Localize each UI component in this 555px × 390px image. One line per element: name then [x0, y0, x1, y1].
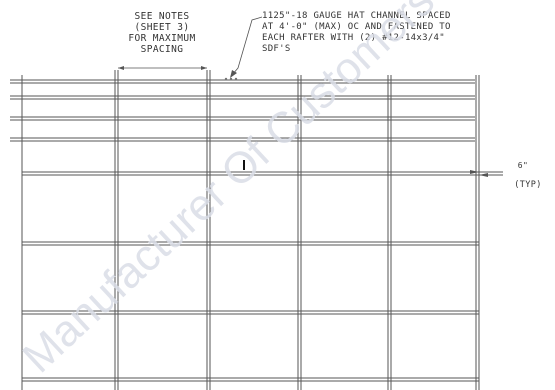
notes-line-2: (SHEET 3) — [134, 22, 190, 33]
callout-line-3: EACH RAFTER WITH (2) #12-14x3/4" — [262, 33, 445, 43]
callout-label: 1125"-18 GAUGE HAT CHANNEL SPACED AT 4'-… — [262, 11, 451, 55]
dimension-value: 6" — [517, 161, 529, 170]
fastener-dot-3 — [234, 77, 238, 81]
framing-elevation-drawing — [10, 16, 503, 390]
callout-line-4: SDF'S — [262, 44, 291, 54]
fastener-marker — [243, 160, 245, 170]
notes-line-1: SEE NOTES — [134, 11, 190, 22]
spacing-arrow-right — [201, 66, 207, 70]
fastener-dot-1 — [224, 77, 228, 81]
notes-label: SEE NOTES (SHEET 3) FOR MAXIMUM SPACING — [106, 11, 218, 55]
spacing-arrow-left — [118, 66, 124, 70]
notes-line-3: FOR MAXIMUM — [128, 33, 196, 44]
dimension-arrow-upper — [470, 170, 479, 174]
fastener-dot-2 — [229, 77, 233, 81]
notes-line-4: SPACING — [140, 44, 184, 55]
leader-arrowhead — [230, 70, 237, 78]
dimension-qualifier: (TYP) — [514, 180, 542, 190]
callout-line-1: 1125"-18 GAUGE HAT CHANNEL SPACED — [262, 11, 451, 21]
callout-leader — [231, 16, 263, 76]
dimension-arrow-lower — [479, 173, 488, 177]
callout-line-2: AT 4'-0" (MAX) OC AND FASTENED TO — [262, 22, 451, 32]
